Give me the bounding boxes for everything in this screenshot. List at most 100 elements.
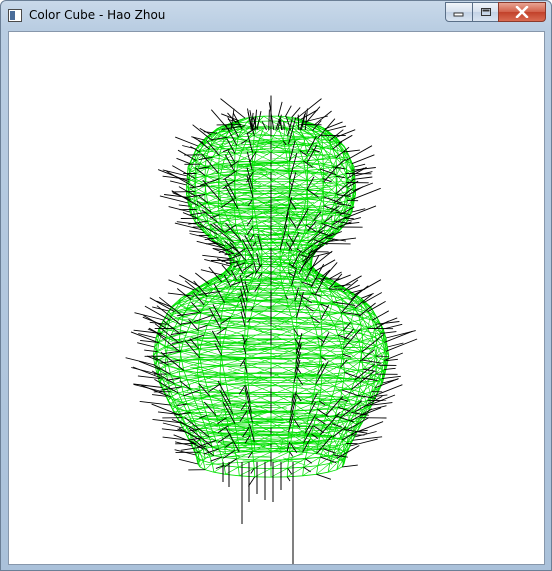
mesh-edge [285, 126, 292, 128]
mesh-edge [292, 382, 295, 393]
mesh-edge [284, 167, 315, 169]
normal-line [192, 136, 204, 144]
mesh-edge [321, 380, 344, 385]
normal-line [178, 458, 199, 465]
wireframe-mesh [125, 95, 418, 564]
mesh-edge [288, 305, 306, 308]
mesh-edge [319, 310, 322, 320]
mesh-edge [321, 288, 330, 292]
mesh-edge [270, 367, 297, 369]
mesh-edge [279, 258, 289, 260]
mesh-edge [270, 382, 294, 393]
mesh-edge [302, 451, 317, 455]
mesh-edge [236, 458, 239, 468]
normal-line [171, 190, 199, 207]
mesh-edge [252, 249, 262, 251]
mesh-edge [300, 240, 309, 244]
mesh-edge [285, 234, 289, 243]
mesh-edge [245, 301, 248, 310]
normal-line [176, 157, 191, 165]
mesh-edge [270, 328, 294, 340]
mesh-edge [234, 180, 253, 182]
mesh-edge [287, 475, 303, 478]
mesh-edge [180, 341, 184, 351]
mesh-edge [218, 448, 223, 458]
mesh-edge [241, 217, 256, 220]
mesh-edge [332, 298, 343, 303]
mesh-edge [246, 362, 272, 364]
minimize-button[interactable] [445, 2, 473, 22]
render-canvas[interactable] [8, 31, 545, 565]
mesh-edge [287, 466, 304, 469]
normal-line [195, 272, 210, 285]
normal-line [351, 208, 366, 213]
mesh-edge [205, 469, 215, 473]
mesh-edge [288, 250, 290, 260]
mesh-edge [225, 473, 240, 477]
mesh-edge [263, 115, 272, 122]
normal-line [277, 101, 283, 117]
mesh-edge [244, 324, 263, 331]
mesh-edge [245, 316, 272, 319]
normal-line [352, 436, 383, 441]
mesh-edge [303, 458, 306, 468]
normal-line [354, 279, 382, 296]
mesh-edge [332, 224, 338, 228]
mesh-edge [306, 168, 321, 181]
mesh-edge [286, 468, 289, 477]
mesh-edge [206, 386, 229, 395]
normal-line [382, 375, 401, 380]
mesh-edge [213, 453, 226, 457]
mesh-edge [228, 218, 242, 221]
mesh-edge [226, 278, 233, 281]
normal-line [354, 431, 377, 438]
mesh-edge [270, 308, 297, 310]
mesh-edge [289, 178, 308, 181]
normal-line [287, 467, 292, 475]
normal-line [380, 317, 398, 325]
mesh-edge [245, 353, 272, 355]
mesh-edge [178, 333, 181, 343]
app-window: Color Cube - Hao Zhou [0, 0, 552, 571]
title-bar[interactable]: Color Cube - Hao Zhou [1, 1, 551, 31]
app-icon[interactable] [8, 9, 22, 22]
mesh-edge [187, 403, 205, 408]
mesh-edge [228, 369, 232, 371]
mesh-edge [246, 139, 259, 142]
mesh-edge [270, 115, 284, 122]
mesh-edge [360, 325, 363, 334]
mesh-edge [341, 381, 344, 391]
mesh-edge [321, 191, 323, 201]
maximize-button[interactable] [472, 2, 499, 22]
mesh-edge [244, 334, 272, 336]
normal-line [131, 367, 158, 375]
mesh-edge [250, 285, 272, 293]
normal-line [351, 154, 375, 165]
mesh-edge [178, 369, 181, 379]
normal-line [346, 166, 367, 179]
normal-line [202, 254, 231, 260]
mesh-edge [246, 328, 249, 339]
mesh-edge [321, 375, 323, 384]
mesh-edge [255, 217, 259, 229]
mesh-edge [225, 466, 239, 475]
mesh-edge [245, 308, 272, 310]
mesh-edge [343, 330, 345, 340]
close-icon [515, 6, 529, 18]
normal-line [284, 105, 292, 117]
normal-line [297, 114, 300, 131]
mesh-edge [244, 251, 247, 261]
normal-line [139, 400, 171, 406]
mesh-edge [221, 353, 246, 356]
normal-line [291, 107, 301, 118]
mesh-edge [244, 367, 272, 377]
mesh-edge [302, 467, 304, 476]
minimize-icon [453, 12, 464, 17]
mesh-edge [270, 353, 297, 355]
close-button[interactable] [498, 2, 546, 22]
normal-line [189, 230, 205, 234]
mesh-edge [347, 389, 352, 400]
normal-line [289, 451, 294, 457]
mesh-edge [256, 116, 259, 122]
mesh-edge [287, 466, 304, 478]
